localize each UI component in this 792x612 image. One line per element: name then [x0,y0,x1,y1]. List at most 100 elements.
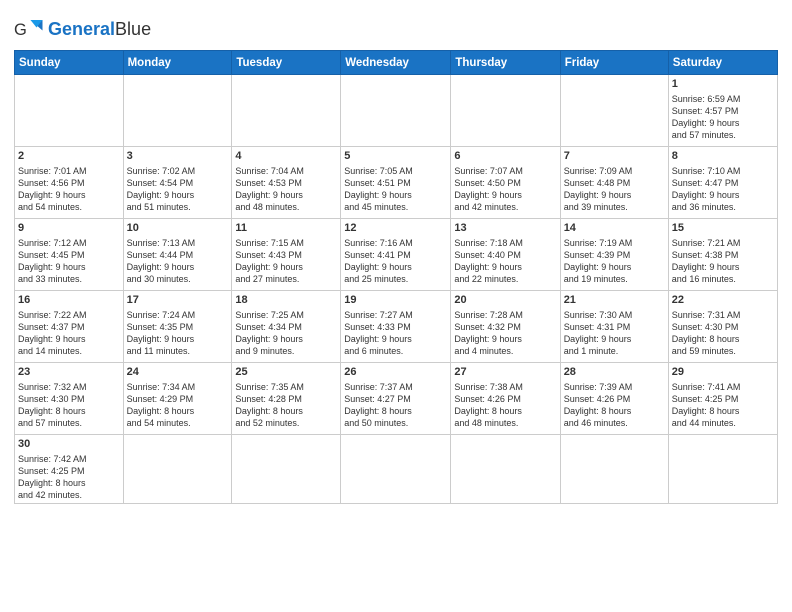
calendar-cell: 29Sunrise: 7:41 AM Sunset: 4:25 PM Dayli… [668,363,777,435]
day-number: 13 [454,221,556,236]
calendar-cell [232,75,341,147]
day-info: Sunrise: 7:31 AM Sunset: 4:30 PM Dayligh… [672,309,774,358]
calendar-cell: 20Sunrise: 7:28 AM Sunset: 4:32 PM Dayli… [451,291,560,363]
calendar-cell [668,435,777,504]
calendar-cell [232,435,341,504]
calendar-cell [560,435,668,504]
day-info: Sunrise: 7:37 AM Sunset: 4:27 PM Dayligh… [344,381,447,430]
day-number: 25 [235,365,337,380]
day-number: 3 [127,149,229,164]
calendar-table: SundayMondayTuesdayWednesdayThursdayFrid… [14,50,778,504]
day-number: 4 [235,149,337,164]
day-info: Sunrise: 7:15 AM Sunset: 4:43 PM Dayligh… [235,237,337,286]
calendar-cell: 9Sunrise: 7:12 AM Sunset: 4:45 PM Daylig… [15,219,124,291]
page: G GeneralBlue SundayMondayTuesdayWednesd… [0,0,792,612]
day-info: Sunrise: 7:27 AM Sunset: 4:33 PM Dayligh… [344,309,447,358]
day-number: 15 [672,221,774,236]
col-header-wednesday: Wednesday [341,51,451,75]
day-number: 28 [564,365,665,380]
day-number: 9 [18,221,120,236]
day-number: 6 [454,149,556,164]
day-number: 12 [344,221,447,236]
calendar-cell [451,435,560,504]
calendar-cell [451,75,560,147]
day-info: Sunrise: 7:24 AM Sunset: 4:35 PM Dayligh… [127,309,229,358]
day-info: Sunrise: 7:41 AM Sunset: 4:25 PM Dayligh… [672,381,774,430]
calendar-cell: 28Sunrise: 7:39 AM Sunset: 4:26 PM Dayli… [560,363,668,435]
calendar-cell: 14Sunrise: 7:19 AM Sunset: 4:39 PM Dayli… [560,219,668,291]
day-info: Sunrise: 7:22 AM Sunset: 4:37 PM Dayligh… [18,309,120,358]
calendar-cell: 10Sunrise: 7:13 AM Sunset: 4:44 PM Dayli… [123,219,232,291]
calendar-cell [15,75,124,147]
day-number: 14 [564,221,665,236]
calendar-cell: 1Sunrise: 6:59 AM Sunset: 4:57 PM Daylig… [668,75,777,147]
day-number: 7 [564,149,665,164]
calendar-cell [123,75,232,147]
day-number: 29 [672,365,774,380]
calendar-week-2: 2Sunrise: 7:01 AM Sunset: 4:56 PM Daylig… [15,147,778,219]
day-info: Sunrise: 7:12 AM Sunset: 4:45 PM Dayligh… [18,237,120,286]
calendar-cell: 30Sunrise: 7:42 AM Sunset: 4:25 PM Dayli… [15,435,124,504]
day-info: Sunrise: 7:21 AM Sunset: 4:38 PM Dayligh… [672,237,774,286]
calendar-cell: 19Sunrise: 7:27 AM Sunset: 4:33 PM Dayli… [341,291,451,363]
day-number: 18 [235,293,337,308]
calendar-cell: 23Sunrise: 7:32 AM Sunset: 4:30 PM Dayli… [15,363,124,435]
col-header-friday: Friday [560,51,668,75]
day-number: 2 [18,149,120,164]
day-number: 11 [235,221,337,236]
day-info: Sunrise: 7:42 AM Sunset: 4:25 PM Dayligh… [18,453,120,502]
day-number: 5 [344,149,447,164]
day-info: Sunrise: 7:19 AM Sunset: 4:39 PM Dayligh… [564,237,665,286]
calendar-cell: 3Sunrise: 7:02 AM Sunset: 4:54 PM Daylig… [123,147,232,219]
header: G GeneralBlue [14,10,778,44]
day-number: 21 [564,293,665,308]
calendar-cell [341,435,451,504]
calendar-cell: 25Sunrise: 7:35 AM Sunset: 4:28 PM Dayli… [232,363,341,435]
day-number: 22 [672,293,774,308]
logo: G GeneralBlue [14,14,151,44]
day-info: Sunrise: 7:05 AM Sunset: 4:51 PM Dayligh… [344,165,447,214]
day-info: Sunrise: 7:34 AM Sunset: 4:29 PM Dayligh… [127,381,229,430]
calendar-cell: 18Sunrise: 7:25 AM Sunset: 4:34 PM Dayli… [232,291,341,363]
day-info: Sunrise: 7:04 AM Sunset: 4:53 PM Dayligh… [235,165,337,214]
calendar-cell: 21Sunrise: 7:30 AM Sunset: 4:31 PM Dayli… [560,291,668,363]
day-info: Sunrise: 7:32 AM Sunset: 4:30 PM Dayligh… [18,381,120,430]
calendar-cell: 24Sunrise: 7:34 AM Sunset: 4:29 PM Dayli… [123,363,232,435]
day-info: Sunrise: 7:18 AM Sunset: 4:40 PM Dayligh… [454,237,556,286]
calendar-cell: 12Sunrise: 7:16 AM Sunset: 4:41 PM Dayli… [341,219,451,291]
logo-text: GeneralBlue [48,19,151,39]
day-number: 19 [344,293,447,308]
col-header-monday: Monday [123,51,232,75]
day-info: Sunrise: 7:10 AM Sunset: 4:47 PM Dayligh… [672,165,774,214]
day-info: Sunrise: 7:01 AM Sunset: 4:56 PM Dayligh… [18,165,120,214]
calendar-cell: 16Sunrise: 7:22 AM Sunset: 4:37 PM Dayli… [15,291,124,363]
day-number: 1 [672,77,774,92]
day-info: Sunrise: 7:16 AM Sunset: 4:41 PM Dayligh… [344,237,447,286]
calendar-cell: 8Sunrise: 7:10 AM Sunset: 4:47 PM Daylig… [668,147,777,219]
day-info: Sunrise: 7:35 AM Sunset: 4:28 PM Dayligh… [235,381,337,430]
col-header-saturday: Saturday [668,51,777,75]
calendar-cell [123,435,232,504]
day-info: Sunrise: 7:09 AM Sunset: 4:48 PM Dayligh… [564,165,665,214]
logo-icon: G [14,14,44,44]
day-number: 20 [454,293,556,308]
day-info: Sunrise: 7:02 AM Sunset: 4:54 PM Dayligh… [127,165,229,214]
calendar-cell: 4Sunrise: 7:04 AM Sunset: 4:53 PM Daylig… [232,147,341,219]
day-number: 23 [18,365,120,380]
day-info: Sunrise: 6:59 AM Sunset: 4:57 PM Dayligh… [672,93,774,142]
day-number: 8 [672,149,774,164]
calendar-cell [560,75,668,147]
calendar-cell: 2Sunrise: 7:01 AM Sunset: 4:56 PM Daylig… [15,147,124,219]
calendar-cell: 13Sunrise: 7:18 AM Sunset: 4:40 PM Dayli… [451,219,560,291]
day-number: 24 [127,365,229,380]
day-number: 17 [127,293,229,308]
col-header-tuesday: Tuesday [232,51,341,75]
day-info: Sunrise: 7:13 AM Sunset: 4:44 PM Dayligh… [127,237,229,286]
calendar-week-1: 1Sunrise: 6:59 AM Sunset: 4:57 PM Daylig… [15,75,778,147]
calendar-week-6: 30Sunrise: 7:42 AM Sunset: 4:25 PM Dayli… [15,435,778,504]
calendar-cell: 26Sunrise: 7:37 AM Sunset: 4:27 PM Dayli… [341,363,451,435]
calendar-cell: 17Sunrise: 7:24 AM Sunset: 4:35 PM Dayli… [123,291,232,363]
day-info: Sunrise: 7:28 AM Sunset: 4:32 PM Dayligh… [454,309,556,358]
day-number: 10 [127,221,229,236]
svg-text:G: G [14,21,27,39]
